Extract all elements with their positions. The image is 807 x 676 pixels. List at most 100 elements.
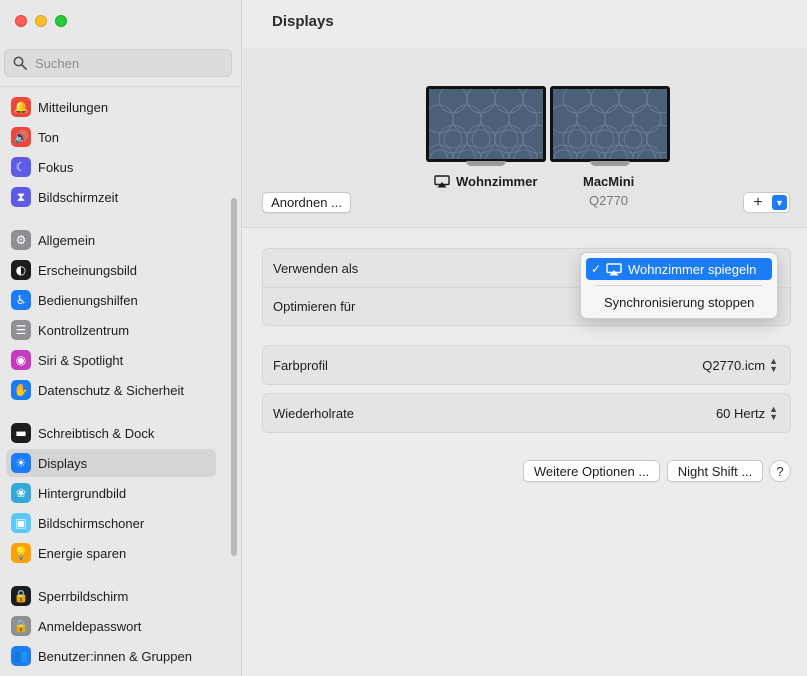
sidebar-item-erscheinungsbild[interactable]: ◐ Erscheinungsbild [6,256,216,284]
toggles-icon: ☰ [11,320,31,340]
sidebar-item-sperrbildschirm[interactable]: 🔒 Sperrbildschirm [6,582,216,610]
sun-icon: ☀ [11,453,31,473]
color-profile-select[interactable]: Q2770.icm ▲ ▼ [702,356,778,374]
menu-item-mirror[interactable]: ✓ Wohnzimmer spiegeln [586,258,772,280]
menu-separator [596,285,762,286]
color-profile-group: Farbprofil Q2770.icm ▲ ▼ [262,345,791,385]
sidebar-item-label: Siri & Spotlight [38,352,124,368]
menu-item-label: Synchronisierung stoppen [604,294,755,310]
sidebar-item-kontrollzentrum[interactable]: ☰ Kontrollzentrum [6,316,216,344]
sidebar-item-label: Energie sparen [38,545,127,561]
users-icon: 👥 [11,646,31,666]
sidebar-item-benutzer-innen-gruppen[interactable]: 👥 Benutzer:innen & Gruppen [6,642,216,670]
siri-icon: ◉ [11,350,31,370]
display-label-wohnzimmer: Wohnzimmer [434,174,537,189]
sidebar-item-label: Mitteilungen [38,99,109,115]
sidebar: 🔔 Mitteilungen 🔊 Ton ☾ Fokus ⧗ Bildschirmzeit ⚙ A… [0,0,242,676]
moon-icon: ☾ [11,157,31,177]
sidebar-item-label: Anmeldepasswort [38,618,142,634]
speaker-icon: 🔊 [11,127,31,147]
refresh-rate-value: 60 Hertz [715,405,766,421]
sidebar-item-datenschutz-sicherheit[interactable]: ✋ Datenschutz & Sicherheit [6,376,216,404]
use-as-popup-menu: ✓ Wohnzimmer spiegeln Synchronisierung s… [580,252,778,319]
sidebar-item-bedienungshilfen[interactable]: ♿ Bedienungshilfen [6,286,216,314]
sidebar-item-label: Hintergrundbild [38,485,127,501]
window-controls [15,15,67,27]
dock-icon: ▬ [11,423,31,443]
up-down-chevron-icon: ▲ ▼ [769,404,778,422]
menu-item-stop-sync[interactable]: Synchronisierung stoppen [586,291,772,313]
wallpaper-preview [429,89,543,159]
minimize-window-button[interactable] [35,15,47,27]
display-label-macmini: MacMini [583,174,635,189]
sidebar-scrollbar[interactable] [231,198,237,556]
sidebar-item-label: Schreibtisch & Dock [38,425,155,441]
add-display-button[interactable]: + ▼ [743,192,790,213]
bell-icon: 🔔 [11,97,31,117]
hand-icon: ✋ [11,380,31,400]
sidebar-item-hintergrundbild[interactable]: ❀ Hintergrundbild [6,479,216,507]
sidebar-item-label: Bildschirmschoner [38,515,145,531]
sidebar-item-label: Kontrollzentrum [38,322,130,338]
accessibility-icon: ♿ [11,290,31,310]
display-thumbnail-wohnzimmer[interactable] [426,86,546,162]
menu-item-label: Wohnzimmer spiegeln [628,261,757,277]
sidebar-item-energie-sparen[interactable]: 💡 Energie sparen [6,539,216,567]
sidebar-divider [0,86,241,87]
sidebar-item-label: Ton [38,129,59,145]
arrange-button[interactable]: Anordnen ... [262,192,351,213]
lock-screen-icon: 🔒 [11,586,31,606]
sidebar-item-label: Erscheinungsbild [38,262,138,278]
gear-icon: ⚙ [11,230,31,250]
search-field[interactable] [4,49,232,77]
display-name: Wohnzimmer [456,174,538,189]
page-title: Displays [272,13,334,30]
sidebar-item-bildschirmschoner[interactable]: ▣ Bildschirmschoner [6,509,216,537]
refresh-rate-select[interactable]: 60 Hertz ▲ ▼ [715,404,778,422]
sidebar-item-label: Bedienungshilfen [38,292,138,308]
color-profile-value: Q2770.icm [702,357,766,373]
more-options-button[interactable]: Weitere Optionen ... [523,460,660,482]
sidebar-item-label: Displays [38,455,88,471]
display-arrangement-area: Wohnzimmer MacMini Q2770 Anordnen ... [243,48,807,228]
main-pane: Displays Wohnzimmer MacMini Q2770 Anordn… [243,0,807,676]
plus-icon: + [753,193,763,211]
display-model: Q2770 [589,193,629,208]
hourglass-icon: ⧗ [11,187,31,207]
airplay-icon [606,262,622,275]
sidebar-item-schreibtisch-dock[interactable]: ▬ Schreibtisch & Dock [6,419,216,447]
color-profile-row[interactable]: Farbprofil Q2770.icm ▲ ▼ [263,346,790,384]
sidebar-item-displays[interactable]: ☀ Displays [6,449,216,477]
sidebar-item-label: Datenschutz & Sicherheit [38,382,184,398]
sidebar-item-label: Bildschirmzeit [38,189,119,205]
refresh-rate-label: Wiederholrate [273,405,354,421]
screensaver-icon: ▣ [11,513,31,533]
display-stand [590,161,630,166]
sidebar-item-mitteilungen[interactable]: 🔔 Mitteilungen [6,93,216,121]
sidebar-item-siri-spotlight[interactable]: ◉ Siri & Spotlight [6,346,216,374]
bulb-icon: 💡 [11,543,31,563]
display-stand [466,161,506,166]
sidebar-item-bildschirmzeit[interactable]: ⧗ Bildschirmzeit [6,183,216,211]
sidebar-item-allgemein[interactable]: ⚙ Allgemein [6,226,216,254]
refresh-rate-row[interactable]: Wiederholrate 60 Hertz ▲ ▼ [263,394,790,432]
close-window-button[interactable] [15,15,27,27]
help-button[interactable]: ? [769,460,791,482]
sidebar-item-fokus[interactable]: ☾ Fokus [6,153,216,181]
airplay-icon [434,175,450,188]
night-shift-button[interactable]: Night Shift ... [667,460,763,482]
color-profile-label: Farbprofil [273,357,328,373]
wallpaper-preview [553,89,667,159]
zoom-window-button[interactable] [55,15,67,27]
sidebar-item-label: Sperrbildschirm [38,588,129,604]
display-thumbnail-macmini[interactable] [550,86,670,162]
sidebar-item-ton[interactable]: 🔊 Ton [6,123,216,151]
chevron-down-icon[interactable]: ▼ [772,195,787,210]
search-icon [13,56,27,70]
sidebar-item-label: Allgemein [38,232,96,248]
sidebar-item-anmeldepasswort[interactable]: 🔒 Anmeldepasswort [6,612,216,640]
sidebar-item-label: Benutzer:innen & Gruppen [38,648,192,664]
up-down-chevron-icon: ▲ ▼ [769,356,778,374]
search-input[interactable] [35,55,215,71]
lock-icon: 🔒 [11,616,31,636]
